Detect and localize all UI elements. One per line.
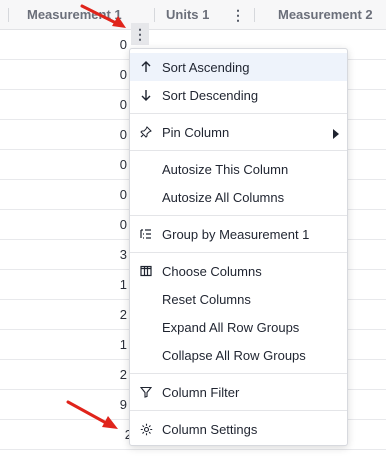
menu-label: Column Filter [162, 384, 240, 400]
annotation-arrow-top [80, 4, 126, 28]
menu-separator [130, 410, 347, 411]
menu-separator [130, 215, 347, 216]
menu-label: Expand All Row Groups [162, 319, 300, 335]
menu-separator [130, 252, 347, 253]
measurement-1-cell[interactable]: 0 [120, 30, 127, 59]
arrow-down-icon [130, 89, 162, 101]
menu-collapse-all-row-groups[interactable]: Collapse All Row Groups [130, 341, 347, 369]
measurement-1-cell[interactable]: 0 [120, 180, 127, 209]
pin-icon [130, 126, 162, 138]
menu-column-filter[interactable]: Column Filter [130, 378, 347, 406]
header-measurement-2[interactable]: Measurement 2 [278, 0, 373, 30]
header-separator [154, 8, 155, 22]
measurement-1-cell[interactable]: 0 [120, 210, 127, 239]
menu-label: Autosize This Column [162, 161, 289, 177]
header-separator [8, 8, 9, 22]
menu-sort-descending[interactable]: Sort Descending [130, 81, 347, 109]
menu-separator [130, 113, 347, 114]
column-menu: Sort Ascending Sort Descending Pin Colum… [129, 48, 348, 446]
menu-autosize-all-columns[interactable]: Autosize All Columns [130, 183, 347, 211]
menu-label: Reset Columns [162, 291, 251, 307]
measurement-1-cell[interactable]: 2 [120, 360, 127, 389]
menu-label: Sort Ascending [162, 59, 250, 75]
column-menu-button-units-1[interactable]: ⋮ [229, 0, 247, 30]
kebab-menu-icon: ⋮ [231, 6, 245, 23]
measurement-1-cell[interactable]: 3 [120, 240, 127, 269]
menu-autosize-this-column[interactable]: Autosize This Column [130, 155, 347, 183]
menu-expand-all-row-groups[interactable]: Expand All Row Groups [130, 313, 347, 341]
menu-separator [130, 150, 347, 151]
annotation-arrow-bottom [66, 400, 118, 429]
submenu-arrow-icon [333, 127, 339, 142]
columns-icon [130, 265, 162, 277]
menu-group-by-measurement-1[interactable]: Group by Measurement 1 [130, 220, 347, 248]
menu-pin-column[interactable]: Pin Column [130, 118, 347, 146]
measurement-1-cell[interactable]: 2 [120, 300, 127, 329]
filter-icon [130, 386, 162, 398]
menu-label: Sort Descending [162, 87, 259, 103]
measurement-1-cell[interactable]: 0 [120, 90, 127, 119]
menu-choose-columns[interactable]: Choose Columns [130, 257, 347, 285]
measurement-1-cell[interactable]: 1 [120, 270, 127, 299]
menu-separator [130, 373, 347, 374]
menu-label: Autosize All Columns [162, 189, 285, 205]
menu-reset-columns[interactable]: Reset Columns [130, 285, 347, 313]
gear-icon [130, 423, 162, 436]
header-separator [254, 8, 255, 22]
grid-header: Measurement 1 ⋮ Units 1 ⋮ Measurement 2 [0, 0, 386, 45]
group-icon [130, 228, 162, 240]
menu-label: Choose Columns [162, 263, 262, 279]
arrow-up-icon [130, 61, 162, 73]
menu-label: Pin Column [162, 124, 230, 140]
measurement-1-cell[interactable]: 0 [120, 60, 127, 89]
menu-label: Collapse All Row Groups [162, 347, 306, 363]
menu-label: Column Settings [162, 421, 258, 437]
menu-column-settings[interactable]: Column Settings [130, 415, 347, 443]
menu-sort-ascending[interactable]: Sort Ascending [130, 53, 347, 81]
measurement-1-cell[interactable]: 0 [120, 120, 127, 149]
menu-label: Group by Measurement 1 [162, 226, 310, 242]
header-units-1[interactable]: Units 1 [166, 0, 209, 30]
measurement-1-cell[interactable]: 0 [120, 150, 127, 179]
measurement-1-cell[interactable]: 1 [120, 330, 127, 359]
